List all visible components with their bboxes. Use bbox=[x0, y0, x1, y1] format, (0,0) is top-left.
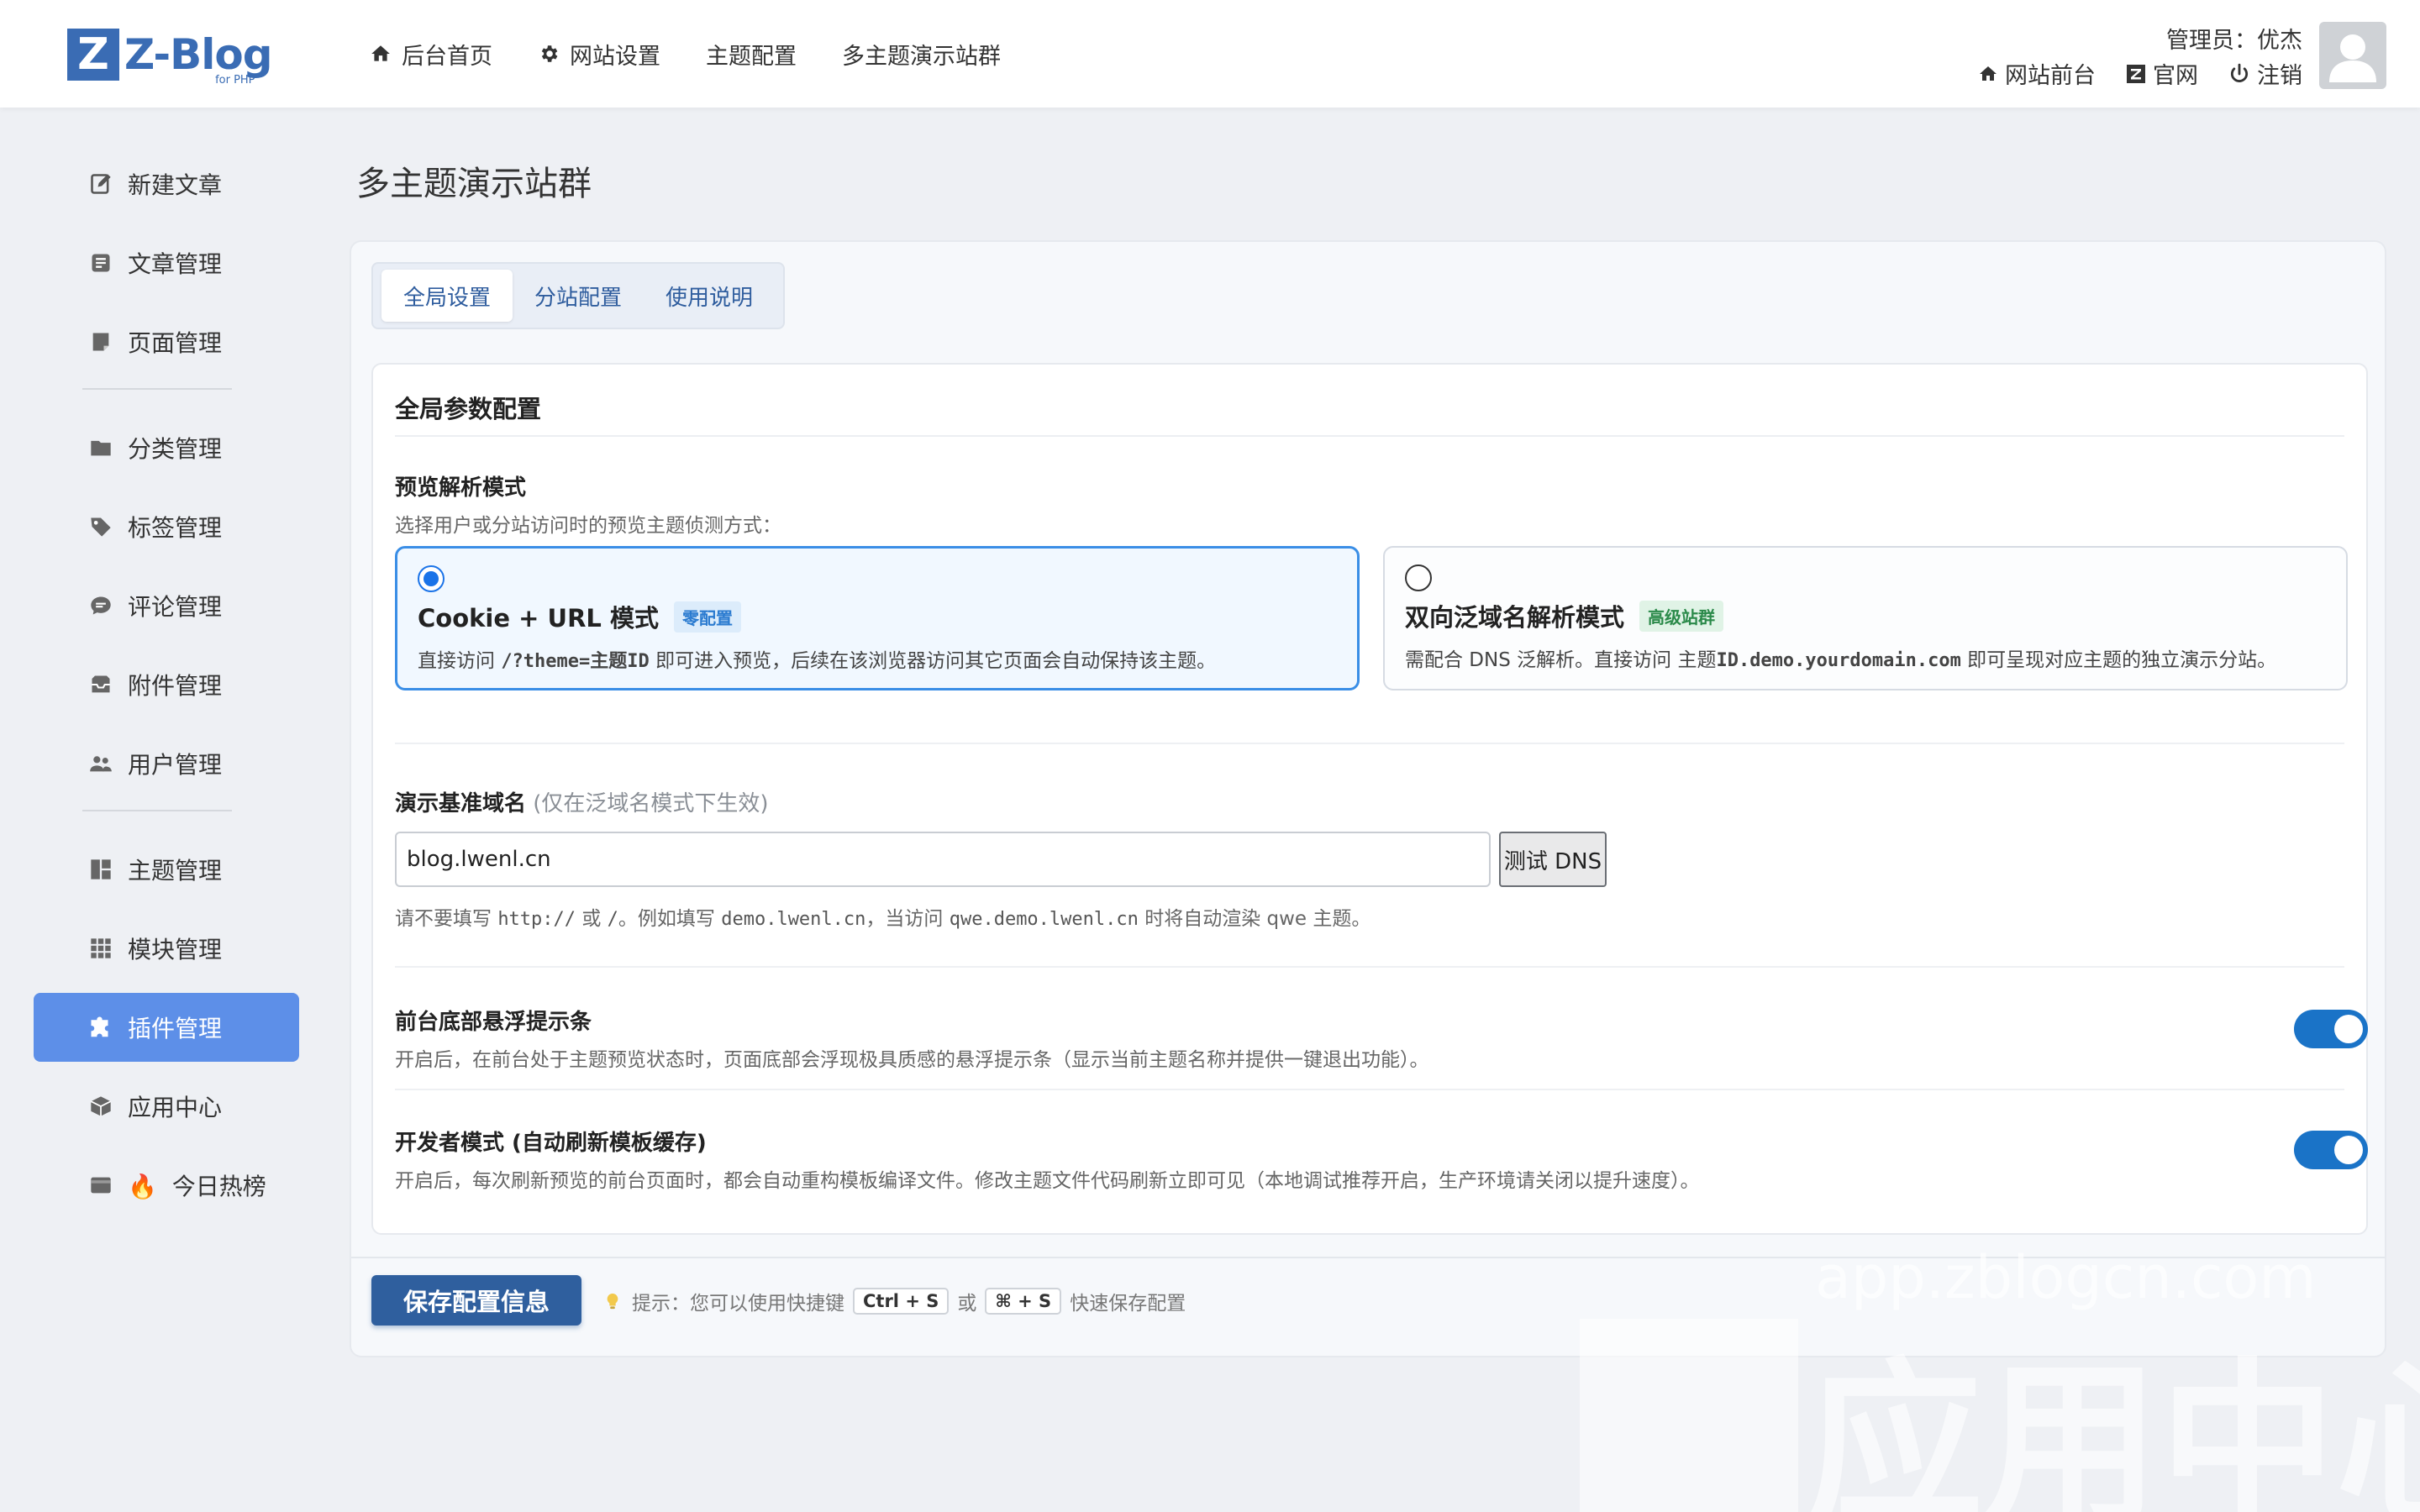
link-site-front[interactable]: 网站前台 bbox=[1978, 57, 2096, 90]
tab-substation-config[interactable]: 分站配置 bbox=[513, 270, 644, 322]
sidebar-item-app-center[interactable]: 应用中心 bbox=[34, 1072, 299, 1141]
nav-multi-theme[interactable]: 多主题演示站群 bbox=[842, 34, 1001, 74]
dev-mode-toggle[interactable] bbox=[2294, 1131, 2368, 1169]
test-dns-button[interactable]: 测试 DNS bbox=[1499, 832, 1607, 887]
comment-icon bbox=[91, 596, 111, 615]
tab-bar: 全局设置 分站配置 使用说明 bbox=[371, 262, 785, 329]
page-icon bbox=[92, 333, 109, 351]
radio-wildcard-domain[interactable] bbox=[1405, 564, 1432, 591]
shortcut-ctrl-s: Ctrl + S bbox=[853, 1288, 950, 1315]
sidebar-item-hot-list[interactable]: 🔥 今日热榜 bbox=[34, 1151, 299, 1220]
divider bbox=[395, 1089, 2344, 1090]
sidebar-item-pages[interactable]: 页面管理 bbox=[34, 307, 299, 376]
sidebar-item-articles[interactable]: 文章管理 bbox=[34, 228, 299, 297]
sidebar-item-themes[interactable]: 主题管理 bbox=[34, 835, 299, 904]
logo-mark: Z bbox=[67, 29, 119, 81]
folder-icon bbox=[91, 440, 111, 456]
edit-icon bbox=[91, 174, 111, 194]
mode-desc: 需配合 DNS 泛解析。直接访问 主题ID.demo.yourdomain.co… bbox=[1405, 649, 2277, 671]
home-icon bbox=[1980, 66, 1996, 81]
mode-name: 双向泛域名解析模式 bbox=[1405, 603, 1625, 632]
logo-subtext: for PHP bbox=[215, 74, 255, 87]
sidebar-item-users[interactable]: 用户管理 bbox=[34, 729, 299, 798]
preview-mode-label: 预览解析模式 bbox=[395, 475, 527, 501]
section-divider bbox=[395, 435, 2344, 437]
fire-icon: 🔥 bbox=[128, 1173, 157, 1200]
zblog-logo[interactable]: Z Z-Blog for PHP bbox=[67, 29, 273, 87]
preview-mode-desc: 选择用户或分站访问时的预览主题侦测方式： bbox=[395, 515, 781, 537]
sidebar-item-modules[interactable]: 模块管理 bbox=[34, 914, 299, 983]
save-config-button[interactable]: 保存配置信息 bbox=[371, 1275, 581, 1326]
link-official[interactable]: 官网 bbox=[2126, 57, 2198, 90]
top-nav: 后台首页 网站设置 主题配置 多主题演示站群 bbox=[370, 34, 1046, 74]
sidebar-item-tags[interactable]: 标签管理 bbox=[34, 492, 299, 561]
domain-hint: 请不要填写 http:// 或 /。例如填写 demo.lwenl.cn，当访问… bbox=[395, 908, 1371, 930]
sidebar-divider bbox=[82, 388, 232, 390]
domain-label: 演示基准域名 (仅在泛域名模式下生效) bbox=[395, 791, 769, 816]
shortcut-cmd-s: ⌘ + S bbox=[985, 1288, 1062, 1315]
sidebar-item-new-post[interactable]: 新建文章 bbox=[34, 150, 299, 218]
page-title: 多主题演示站群 bbox=[356, 165, 592, 203]
footer-divider bbox=[351, 1257, 2385, 1258]
sidebar-divider bbox=[82, 810, 232, 811]
divider bbox=[395, 743, 2344, 744]
radio-cookie-url[interactable] bbox=[418, 565, 445, 592]
tag-icon bbox=[91, 517, 111, 537]
section-title: 全局参数配置 bbox=[395, 395, 542, 423]
floating-bar-label: 前台底部悬浮提示条 bbox=[395, 1010, 592, 1035]
nav-dashboard[interactable]: 后台首页 bbox=[370, 34, 492, 74]
inbox-icon bbox=[92, 675, 110, 693]
sidebar-item-plugins[interactable]: 插件管理 bbox=[34, 993, 299, 1062]
avatar[interactable] bbox=[2319, 22, 2386, 89]
admin-links: 网站前台 官网 注销 bbox=[1948, 57, 2302, 90]
lightbulb-icon bbox=[607, 1293, 618, 1310]
tab-instructions[interactable]: 使用说明 bbox=[644, 270, 775, 322]
admin-name: 管理员：优杰 bbox=[2166, 28, 2302, 54]
user-avatar-icon bbox=[2329, 34, 2376, 82]
dev-mode-label: 开发者模式 (自动刷新模板缓存) bbox=[395, 1131, 707, 1156]
domain-input[interactable]: blog.lwenl.cn bbox=[395, 832, 1491, 887]
nav-theme-config[interactable]: 主题配置 bbox=[706, 34, 797, 74]
card-icon bbox=[91, 1177, 111, 1194]
dev-mode-desc: 开启后，每次刷新预览的前台页面时，都会自动重构模板编译文件。修改主题文件代码刷新… bbox=[395, 1170, 1700, 1192]
home-icon bbox=[371, 45, 390, 61]
mode-option-wildcard-domain[interactable]: 双向泛域名解析模式 高级站群 需配合 DNS 泛解析。直接访问 主题ID.dem… bbox=[1383, 546, 2348, 690]
nav-site-settings[interactable]: 网站设置 bbox=[538, 34, 660, 74]
box-icon bbox=[90, 1096, 112, 1116]
article-icon bbox=[92, 254, 110, 272]
sidebar-item-categories[interactable]: 分类管理 bbox=[34, 413, 299, 482]
sidebar-item-comments[interactable]: 评论管理 bbox=[34, 571, 299, 640]
puzzle-icon bbox=[91, 1016, 108, 1037]
save-tip: 提示：您可以使用快捷键 Ctrl + S 或 ⌘ + S 快速保存配置 bbox=[603, 1287, 1186, 1315]
grid-icon bbox=[91, 938, 111, 958]
config-card: 全局参数配置 预览解析模式 选择用户或分站访问时的预览主题侦测方式： Cooki… bbox=[371, 363, 2368, 1235]
sidebar: 新建文章 文章管理 页面管理 分类管理 标签管理 评论管理 附件管理 用户管理 … bbox=[34, 150, 299, 1230]
floating-bar-desc: 开启后，在前台处于主题预览状态时，页面底部会浮现极具质感的悬浮提示条（显示当前主… bbox=[395, 1049, 1429, 1071]
top-header: Z Z-Blog for PHP 后台首页 网站设置 主题配置 多主题演示站群 … bbox=[0, 0, 2420, 108]
power-icon bbox=[2230, 63, 2249, 82]
logo-text: Z-Blog bbox=[124, 30, 273, 79]
layout-icon bbox=[91, 859, 111, 879]
mode-name: Cookie + URL 模式 bbox=[418, 604, 659, 633]
mode-desc: 直接访问 /?theme=主题ID 即可进入预览，后续在该浏览器访问其它页面会自… bbox=[418, 650, 1217, 672]
mode-option-cookie-url[interactable]: Cookie + URL 模式 零配置 直接访问 /?theme=主题ID 即可… bbox=[395, 546, 1360, 690]
badge-zero-config: 零配置 bbox=[673, 601, 741, 633]
divider bbox=[395, 966, 2344, 968]
tab-global-settings[interactable]: 全局设置 bbox=[381, 270, 513, 322]
users-icon bbox=[90, 756, 112, 772]
zblog-icon bbox=[2127, 64, 2145, 83]
badge-advanced: 高级站群 bbox=[1639, 600, 1724, 632]
gear-icon bbox=[541, 45, 558, 62]
link-logout[interactable]: 注销 bbox=[2228, 57, 2302, 90]
floating-bar-toggle[interactable] bbox=[2294, 1010, 2368, 1048]
main-panel: 全局设置 分站配置 使用说明 全局参数配置 预览解析模式 选择用户或分站访问时的… bbox=[350, 240, 2386, 1357]
sidebar-item-attachments[interactable]: 附件管理 bbox=[34, 650, 299, 719]
